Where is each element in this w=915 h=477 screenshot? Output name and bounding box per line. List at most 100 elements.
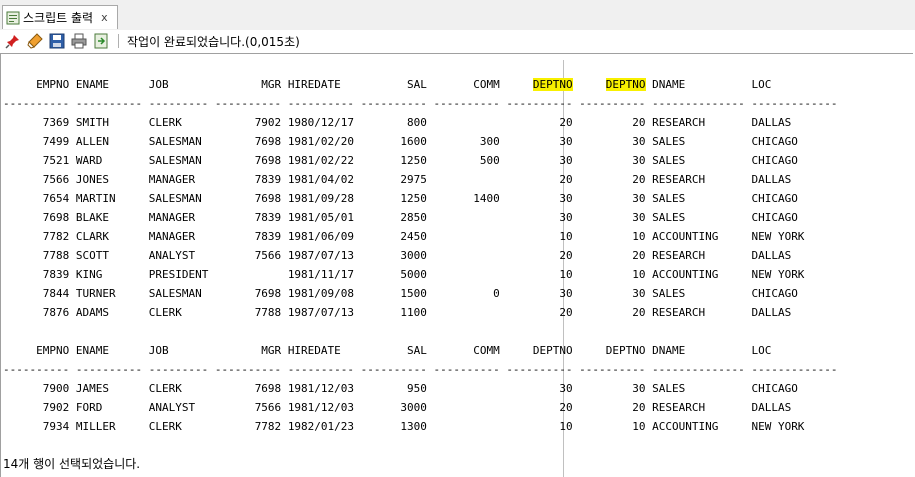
cell-hiredate: 1981/11/17 — [287, 268, 355, 281]
cell-dname: ACCOUNTING — [652, 420, 745, 433]
close-icon[interactable]: x — [101, 11, 108, 24]
cell-loc: DALLAS — [751, 173, 838, 186]
cell-deptno: 10 — [506, 268, 573, 281]
column-header-ename: ENAME — [75, 78, 143, 91]
cell-sal: 1250 — [360, 154, 427, 167]
cell-dname: ACCOUNTING — [652, 268, 745, 281]
cell-job: SALESMAN — [148, 287, 209, 300]
cell-ename: ALLEN — [75, 135, 143, 148]
cell-job: PRESIDENT — [148, 268, 209, 281]
cell-ename: JONES — [75, 173, 143, 186]
cell-ename: MILLER — [75, 420, 143, 433]
column-header-hiredate: HIREDATE — [287, 78, 355, 91]
cell-ename: BLAKE — [75, 211, 143, 224]
cell-job: MANAGER — [148, 173, 209, 186]
cell-empno: 7934 — [3, 420, 70, 433]
column-header-ename: ENAME — [75, 344, 143, 357]
cell-ename: SMITH — [75, 116, 143, 129]
cell-loc: CHICAGO — [751, 382, 838, 395]
cell-empno: 7839 — [3, 268, 70, 281]
cell-deptno: 20 — [579, 249, 646, 262]
cell-empno: 7876 — [3, 306, 70, 319]
cell-empno: 7521 — [3, 154, 70, 167]
cell-mgr — [215, 268, 281, 281]
result-set-1: EMPNO ENAME JOB MGR HIREDATE SAL COMM DE… — [3, 75, 838, 322]
cell-job: CLERK — [148, 116, 209, 129]
cell-job: CLERK — [148, 420, 209, 433]
cell-hiredate: 1981/09/08 — [287, 287, 355, 300]
cell-comm — [434, 230, 500, 243]
cell-dname: RESEARCH — [652, 401, 745, 414]
cell-loc: CHICAGO — [751, 211, 838, 224]
cell-empno: 7566 — [3, 173, 70, 186]
cell-dname: SALES — [652, 192, 745, 205]
table-row: 7788 SCOTT ANALYST 7566 1987/07/13 3000 … — [3, 249, 838, 262]
column-header-loc: LOC — [751, 78, 838, 91]
cell-job: ANALYST — [148, 401, 209, 414]
column-header-sal: SAL — [360, 344, 427, 357]
column-header-deptno: DEPTNO — [579, 344, 646, 357]
cell-mgr: 7698 — [214, 135, 282, 148]
cell-deptno: 10 — [506, 230, 573, 243]
cell-job: SALESMAN — [148, 154, 209, 167]
eraser-icon[interactable] — [26, 32, 44, 50]
cell-loc: DALLAS — [751, 116, 838, 129]
toolbar: 작업이 완료되었습니다.(0,015초) — [0, 30, 915, 52]
save-icon[interactable] — [48, 32, 66, 50]
cell-deptno: 30 — [506, 382, 573, 395]
cell-deptno: 20 — [506, 173, 573, 186]
cell-loc: DALLAS — [751, 306, 838, 319]
cell-hiredate: 1981/12/03 — [287, 401, 355, 414]
cell-deptno: 20 — [506, 116, 573, 129]
cell-loc: CHICAGO — [751, 135, 838, 148]
cell-loc: DALLAS — [751, 249, 838, 262]
cell-ename: CLARK — [75, 230, 143, 243]
cell-empno: 7369 — [3, 116, 70, 129]
cell-empno: 7788 — [3, 249, 70, 262]
cell-sal: 950 — [360, 382, 427, 395]
column-header-deptno: DEPTNO — [532, 78, 573, 91]
cell-deptno: 30 — [506, 211, 573, 224]
cell-ename: TURNER — [75, 287, 143, 300]
table-row: 7566 JONES MANAGER 7839 1981/04/02 2975 … — [3, 173, 838, 186]
column-header-empno: EMPNO — [3, 344, 70, 357]
export-icon[interactable] — [92, 32, 110, 50]
cell-empno: 7499 — [3, 135, 70, 148]
cell-comm — [434, 420, 500, 433]
print-icon[interactable] — [70, 32, 88, 50]
cell-hiredate: 1981/04/02 — [287, 173, 355, 186]
cell-comm — [434, 401, 500, 414]
cell-deptno: 20 — [506, 306, 573, 319]
cell-dname: RESEARCH — [652, 249, 745, 262]
cell-mgr: 7782 — [214, 420, 282, 433]
table-row: 7839 KING PRESIDENT 1981/11/17 5000 10 1… — [3, 268, 838, 281]
cell-ename: JAMES — [75, 382, 143, 395]
column-header-deptno: DEPTNO — [506, 344, 573, 357]
cell-mgr: 7839 — [214, 230, 282, 243]
cell-mgr: 7698 — [214, 154, 282, 167]
column-header-mgr: MGR — [214, 344, 282, 357]
cell-sal: 1100 — [360, 306, 427, 319]
cell-ename: KING — [75, 268, 143, 281]
cell-loc: NEW YORK — [751, 230, 838, 243]
cell-ename: FORD — [75, 401, 143, 414]
table-row: 7521 WARD SALESMAN 7698 1981/02/22 1250 … — [3, 154, 838, 167]
cell-dname: SALES — [652, 382, 745, 395]
table-row: 7698 BLAKE MANAGER 7839 1981/05/01 2850 … — [3, 211, 838, 224]
pin-icon[interactable] — [4, 32, 22, 50]
cell-dname: SALES — [652, 154, 745, 167]
cell-deptno: 30 — [579, 192, 646, 205]
cell-empno: 7698 — [3, 211, 70, 224]
cell-mgr: 7566 — [214, 401, 282, 414]
cell-deptno: 30 — [579, 135, 646, 148]
cell-empno: 7844 — [3, 287, 70, 300]
cell-hiredate: 1982/01/23 — [287, 420, 355, 433]
cell-empno: 7782 — [3, 230, 70, 243]
cell-sal: 2450 — [360, 230, 427, 243]
cell-dname: SALES — [652, 135, 745, 148]
cell-hiredate: 1981/05/01 — [287, 211, 355, 224]
cell-job: SALESMAN — [148, 135, 209, 148]
column-header-comm: COMM — [433, 78, 500, 91]
cell-sal: 2975 — [360, 173, 427, 186]
tab-script-output[interactable]: 스크립트 출력 x — [2, 5, 118, 29]
